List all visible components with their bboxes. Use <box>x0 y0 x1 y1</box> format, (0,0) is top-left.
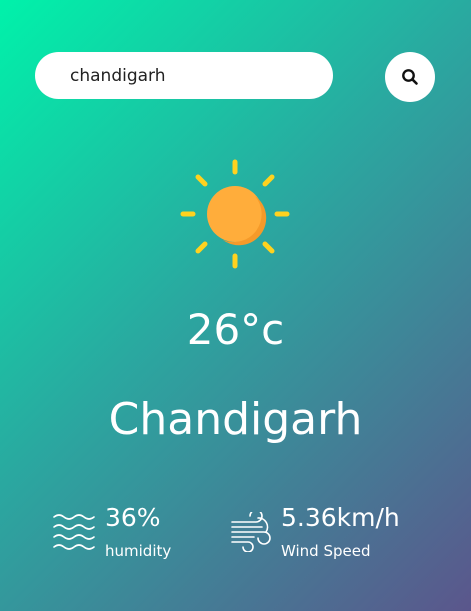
temperature: 26°c <box>186 305 285 354</box>
humidity-waves-icon <box>53 514 95 550</box>
search-button[interactable] <box>385 52 435 102</box>
search-bar <box>35 52 435 102</box>
city-name: Chandigarh <box>108 394 363 445</box>
wind-detail: 5.36km/h Wind Speed <box>230 502 450 566</box>
wind-speed-label: Wind Speed <box>281 542 371 560</box>
wind-icon <box>231 512 271 552</box>
search-icon <box>402 69 418 85</box>
city-search-input[interactable] <box>35 52 333 99</box>
humidity-label: humidity <box>105 542 172 560</box>
humidity-detail: 36% humidity <box>52 502 212 566</box>
weather-card: 26°c Chandigarh 36% humidity 5.36km/h <box>0 0 471 611</box>
sun-icon <box>180 159 290 269</box>
wind-speed-value: 5.36km/h <box>281 503 400 532</box>
humidity-value: 36% <box>105 503 161 532</box>
